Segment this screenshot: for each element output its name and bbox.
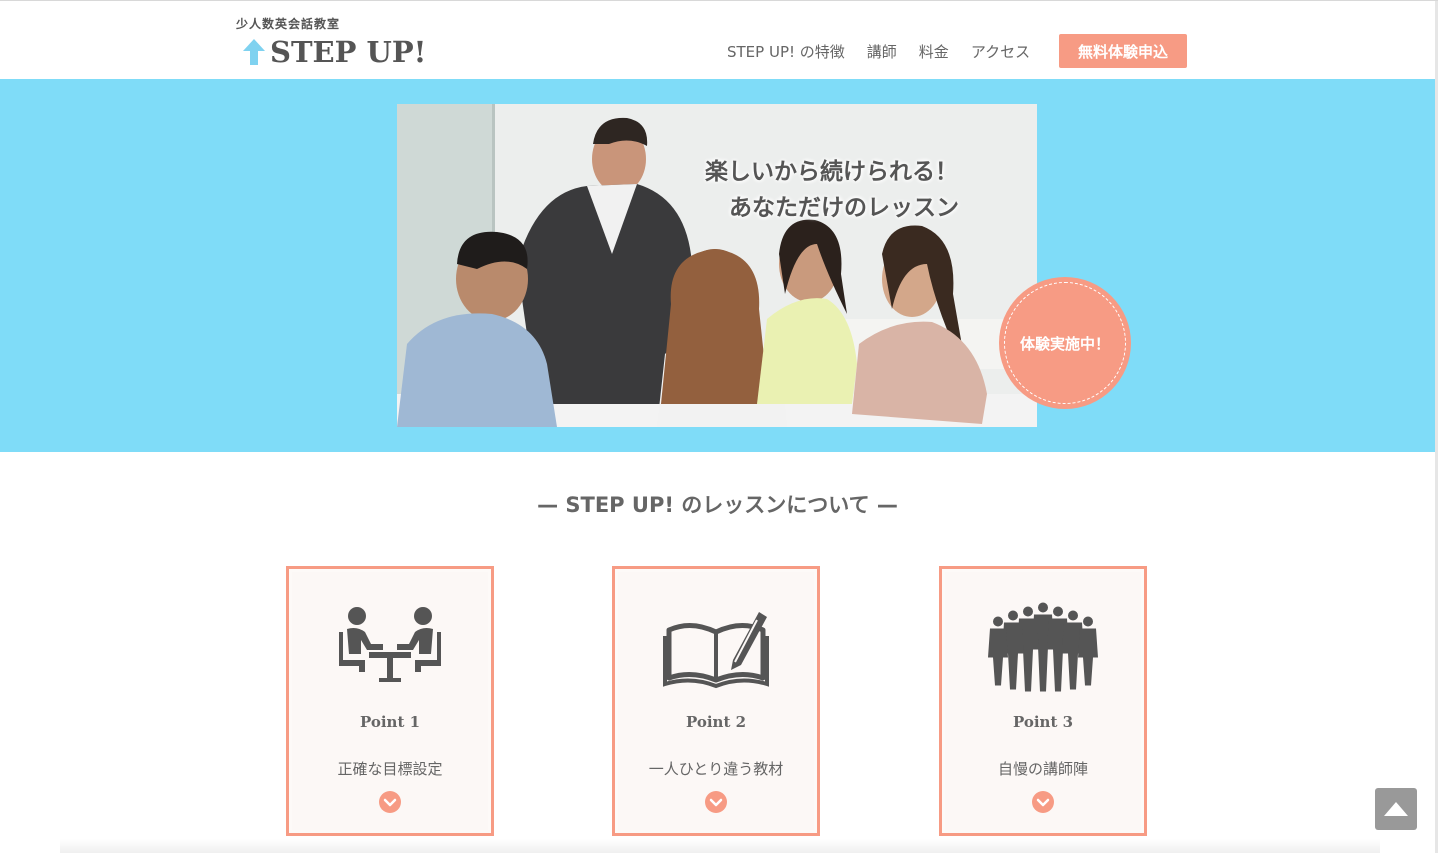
trial-badge: 体験実施中！ xyxy=(999,277,1131,409)
hero-photo: 楽しいから続けられる！ あなただけのレッスン xyxy=(397,104,1037,427)
point-description: 正確な目標設定 xyxy=(337,760,443,778)
open-book-pen-icon xyxy=(663,612,769,689)
chevron-down-icon[interactable] xyxy=(705,791,727,813)
point-description: 一人ひとり違う教材 xyxy=(648,760,784,778)
point-description: 自慢の講師陣 xyxy=(997,760,1088,778)
classroom-photo-illustration xyxy=(397,104,1037,427)
hero-section: 楽しいから続けられる！ あなただけのレッスン 体験実施中！ xyxy=(0,79,1435,452)
scroll-to-top-button[interactable] xyxy=(1375,788,1417,830)
chevron-down-icon[interactable] xyxy=(1032,791,1054,813)
section-title: — STEP UP! のレッスンについて — xyxy=(537,493,898,517)
hero-copy-line2: あなただけのレッスン xyxy=(729,195,959,221)
point-label: Point 2 xyxy=(685,713,747,731)
site-logo[interactable]: 少人数英会話教室 STEP UP! xyxy=(236,15,426,69)
arrow-up-logo-icon xyxy=(243,39,265,65)
nav-item-pricing[interactable]: 料金 xyxy=(919,41,949,62)
arrow-up-icon xyxy=(1384,802,1408,816)
nav-item-teachers[interactable]: 講師 xyxy=(867,41,897,62)
point-card-1[interactable]: Point 1 正確な目標設定 xyxy=(286,566,494,836)
footer-shadow xyxy=(60,839,1380,853)
team-people-icon xyxy=(988,602,1098,692)
point-label: Point 1 xyxy=(359,713,421,731)
nav-item-access[interactable]: アクセス xyxy=(971,41,1030,62)
main-nav: STEP UP! の特徴 講師 料金 アクセス 無料体験申込 xyxy=(727,34,1187,68)
free-trial-button[interactable]: 無料体験申込 xyxy=(1059,34,1187,68)
logo-main: STEP UP! xyxy=(242,35,426,69)
badge-text: 体験実施中！ xyxy=(1019,334,1110,353)
logo-subtitle: 少人数英会話教室 xyxy=(236,17,341,31)
nav-item-features[interactable]: STEP UP! の特徴 xyxy=(727,41,845,62)
site-header: 少人数英会話教室 STEP UP! STEP UP! の特徴 講師 料金 アクセ… xyxy=(0,1,1435,78)
point-card-2[interactable]: Point 2 一人ひとり違う教材 xyxy=(612,566,820,836)
point-label: Point 3 xyxy=(1012,713,1074,731)
hero-copy-line1: 楽しいから続けられる！ xyxy=(705,159,958,185)
chevron-down-icon[interactable] xyxy=(379,791,401,813)
meeting-table-icon xyxy=(339,607,441,682)
page: 少人数英会話教室 STEP UP! STEP UP! の特徴 講師 料金 アクセ… xyxy=(0,0,1438,853)
logo-text: STEP UP! xyxy=(270,35,427,69)
point-card-3[interactable]: Point 3 自慢の講師陣 xyxy=(939,566,1147,836)
hero-copy: 楽しいから続けられる！ あなただけのレッスン xyxy=(705,154,959,226)
